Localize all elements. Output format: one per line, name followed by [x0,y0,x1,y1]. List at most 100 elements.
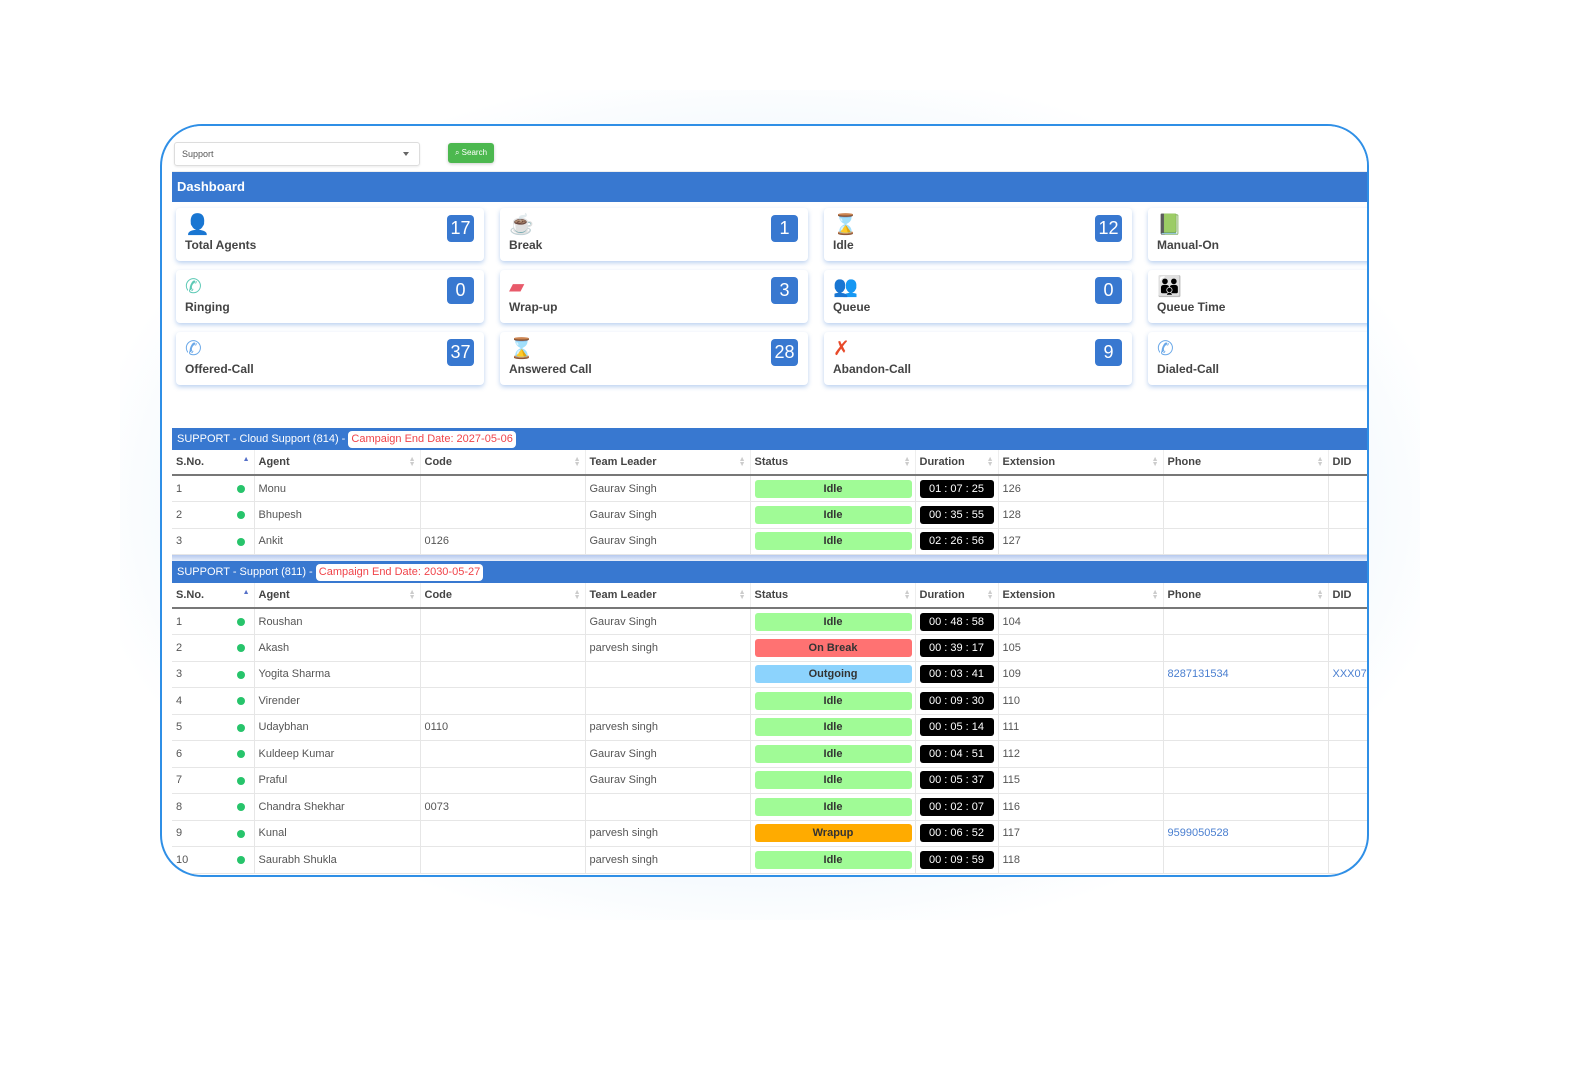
cell-agent: Bhupesh [254,501,421,529]
column-header[interactable]: Duration ▲ ▼ [915,450,999,476]
column-header[interactable]: Agent ▲ ▼ [254,450,421,476]
table-row[interactable]: 2 Akash parvesh singh On Break 00 : 39 :… [172,634,1367,662]
card-break[interactable]: ☕ Break 1 [500,208,808,261]
column-header[interactable]: Code ▲ ▼ [420,450,586,476]
campaign-end-date-badge: Campaign End Date: 2030-05-27 [315,564,484,581]
cell-status: Idle [750,846,916,874]
agent-icon: 👤 [185,214,210,236]
column-header[interactable]: Agent ▲ ▼ [254,583,421,609]
sort-icon[interactable]: ▲ ▼ [574,456,581,468]
sort-icon[interactable]: ▲ ▼ [739,456,746,468]
sort-icon[interactable]: ▲ ▼ [1152,589,1159,601]
column-header[interactable]: Code ▲ ▼ [420,583,586,609]
card-dialed-call[interactable]: ✆ Dialed-Call [1148,332,1367,385]
cell-did [1328,501,1367,529]
column-header-label: Team Leader [589,589,657,601]
cell-team-leader: Gaurav Singh [585,767,751,794]
card-queue-time[interactable]: 👪 Queue Time [1148,270,1367,323]
table-row[interactable]: 6 Kuldeep Kumar Gaurav Singh Idle 00 : 0… [172,740,1367,768]
sort-icon[interactable]: ▲ ▼ [409,589,416,601]
cell-status: Idle [750,687,916,715]
column-header[interactable]: Status ▲ ▼ [750,450,916,476]
table-row[interactable]: 4 Virender Idle 00 : 09 : 30 110 [172,687,1367,715]
table-header-row: S.No. ▲ Agent ▲ ▼ Code ▲ ▼ Team Leader ▲ ▼ Status ▲ ▼… [172,450,1367,476]
sort-icon[interactable]: ▲ ▼ [574,589,581,601]
sort-icon[interactable]: ▲ ▼ [1317,589,1324,601]
card-ringing[interactable]: ✆ Ringing 0 [176,270,484,323]
cell-phone [1163,846,1329,874]
sort-icon[interactable]: ▲ ▼ [1317,456,1324,468]
search-button[interactable]: ⌕ Search [448,143,494,163]
table-row[interactable]: 7 Praful Gaurav Singh Idle 00 : 05 : 37 … [172,767,1367,794]
people-queue-icon: 👥 [833,276,858,298]
card-abandon-call[interactable]: ✗ Abandon-Call 9 [824,332,1132,385]
column-header[interactable]: Phone ▲ ▼ [1163,583,1329,609]
cell-status: Idle [750,767,916,794]
table-row[interactable]: 5 Udaybhan 0110 parvesh singh Idle 00 : … [172,714,1367,741]
table-row[interactable]: 2 Bhupesh Gaurav Singh Idle 00 : 35 : 55… [172,501,1367,529]
duration-timer: 01 : 07 : 25 [919,479,994,498]
column-header[interactable]: Team Leader ▲ ▼ [585,450,751,476]
phone-link[interactable]: 9599050528 [1168,827,1229,839]
column-header-label: Phone [1167,456,1202,468]
cell-extension: 112 [998,740,1164,768]
card-label: Ringing [185,300,230,314]
column-header[interactable]: Extension ▲ ▼ [998,450,1164,476]
column-header[interactable]: Status ▲ ▼ [750,583,916,609]
card-answered-call[interactable]: ⌛ Answered Call 28 [500,332,808,385]
cell-code [420,820,586,847]
agents-table: S.No. ▲ Agent ▲ ▼ Code ▲ ▼ Team Leader ▲ ▼ Status ▲ ▼… [172,583,1368,874]
table-header-row: S.No. ▲ Agent ▲ ▼ Code ▲ ▼ Team Leader ▲ ▼ Status ▲ ▼… [172,583,1367,609]
column-header[interactable]: Team Leader ▲ ▼ [585,583,751,609]
cell-extension: 126 [998,475,1164,502]
sort-icon[interactable]: ▲ ▼ [409,456,416,468]
cell-phone: 8287131534 [1163,661,1329,688]
table-row[interactable]: 9 Kunal parvesh singh Wrapup 00 : 06 : 5… [172,820,1367,847]
sort-icon[interactable]: ▲ ▼ [904,456,911,468]
card-wrap-up[interactable]: ▰ Wrap-up 3 [500,270,808,323]
cell-code [420,846,586,874]
column-header[interactable]: Duration ▲ ▼ [915,583,999,609]
cell-duration: 00 : 48 : 58 [915,608,999,635]
sort-icon[interactable]: ▲ ▼ [987,589,994,601]
table-row[interactable]: 8 Chandra Shekhar 0073 Idle 00 : 02 : 07… [172,793,1367,821]
cell-phone [1163,687,1329,715]
card-idle[interactable]: ⌛ Idle 12 [824,208,1132,261]
column-header[interactable]: S.No. ▲ [172,583,255,609]
card-manual-on[interactable]: 📗 Manual-On [1148,208,1367,261]
campaign-select[interactable]: Support [174,142,420,166]
table-row[interactable]: 3 Yogita Sharma Outgoing 00 : 03 : 41 10… [172,661,1368,688]
cell-did: XXX073 [1328,661,1368,688]
sort-icon[interactable]: ▲ ▼ [739,589,746,601]
cell-duration: 00 : 05 : 14 [915,714,999,741]
cell-duration: 00 : 03 : 41 [915,661,999,688]
column-header[interactable]: DID [1328,583,1367,609]
column-header[interactable]: Phone ▲ ▼ [1163,450,1329,476]
column-header[interactable]: DID [1328,450,1367,476]
card-queue[interactable]: 👥 Queue 0 [824,270,1132,323]
missed-call-icon: ✗ [833,338,850,360]
card-offered-call[interactable]: ✆ Offered-Call 37 [176,332,484,385]
column-header-label: Duration [919,589,965,601]
duration-timer: 00 : 09 : 59 [919,850,994,869]
column-header[interactable]: S.No. ▲ [172,450,255,476]
did-link[interactable]: XXX073 [1333,668,1368,680]
card-total-agents[interactable]: 👤 Total Agents 17 [176,208,484,261]
table-row[interactable]: 10 Saurabh Shukla parvesh singh Idle 00 … [172,846,1367,874]
sort-icon[interactable]: ▲ [243,589,250,596]
column-header[interactable]: Extension ▲ ▼ [998,583,1164,609]
cell-did [1328,740,1367,768]
sort-icon[interactable]: ▲ [243,456,250,463]
card-label: Idle [833,238,854,252]
cell-status: Idle [750,608,916,635]
phone-link[interactable]: 8287131534 [1168,668,1229,680]
table-row[interactable]: 1 Monu Gaurav Singh Idle 01 : 07 : 25 12… [172,475,1367,502]
table-row[interactable]: 1 Roushan Gaurav Singh Idle 00 : 48 : 58… [172,608,1367,635]
table-row[interactable]: 3 Ankit 0126 Gaurav Singh Idle 02 : 26 :… [172,528,1367,555]
sort-icon[interactable]: ▲ ▼ [1152,456,1159,468]
card-label: Offered-Call [185,362,254,376]
sort-icon[interactable]: ▲ ▼ [904,589,911,601]
duration-timer: 00 : 05 : 14 [919,718,994,737]
sort-icon[interactable]: ▲ ▼ [987,456,994,468]
cell-extension: 117 [998,820,1164,847]
